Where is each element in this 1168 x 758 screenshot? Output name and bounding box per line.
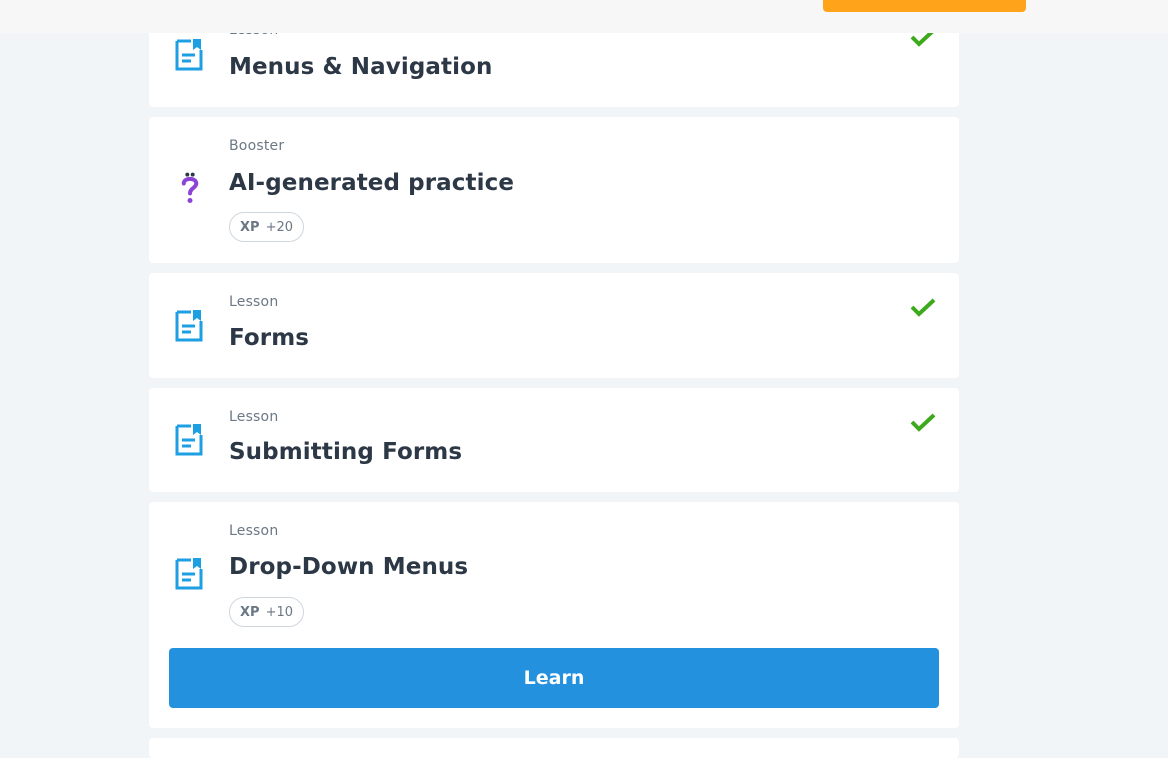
completed-check-icon	[910, 413, 936, 432]
item-kind-label: Lesson	[229, 523, 279, 539]
item-kind-label: Lesson	[229, 294, 279, 310]
question-mark-icon	[181, 172, 199, 204]
top-action-button[interactable]	[823, 0, 1026, 12]
xp-label: XP	[240, 219, 260, 235]
xp-value: +10	[265, 604, 293, 620]
xp-value: +20	[265, 219, 293, 235]
xp-badge: XP +20	[229, 212, 304, 242]
xp-badge: XP +10	[229, 597, 304, 627]
item-title: AI-generated practice	[229, 170, 515, 196]
xp-label: XP	[240, 604, 260, 620]
lesson-card-forms[interactable]: Lesson Forms	[149, 273, 959, 378]
lesson-document-icon	[175, 558, 203, 590]
item-title: Submitting Forms	[229, 439, 463, 465]
lesson-card-submitting-forms[interactable]: Lesson Submitting Forms	[149, 388, 959, 492]
item-kind-label: Lesson	[229, 409, 279, 425]
lesson-document-icon	[175, 310, 203, 342]
item-title: Forms	[229, 325, 310, 351]
lesson-card-drop-down-menus[interactable]: Lesson Drop-Down Menus XP +10 Learn	[149, 502, 959, 728]
booster-card-ai-practice[interactable]: Booster AI-generated practice XP +20	[149, 117, 959, 263]
lesson-document-icon	[175, 39, 203, 71]
top-bar	[0, 0, 1168, 33]
completed-check-icon	[910, 298, 936, 317]
item-title: Drop-Down Menus	[229, 554, 469, 580]
item-kind-label: Booster	[229, 138, 285, 154]
lesson-document-icon	[175, 424, 203, 456]
item-title: Menus & Navigation	[229, 54, 493, 80]
next-card[interactable]	[149, 738, 959, 758]
learn-button[interactable]: Learn	[169, 648, 939, 708]
